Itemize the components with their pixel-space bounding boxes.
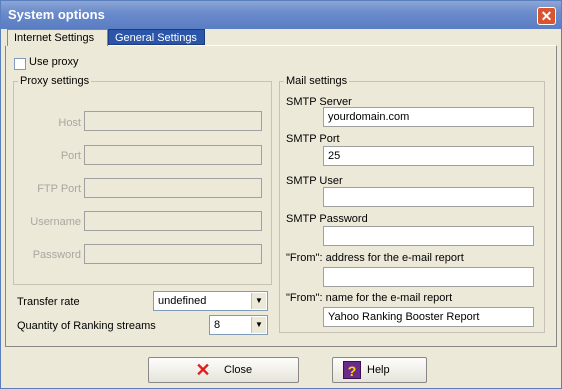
ftp-port-input[interactable] <box>84 178 262 198</box>
tab-general-settings[interactable]: General Settings <box>108 29 205 45</box>
smtp-password-input[interactable] <box>323 226 534 246</box>
chevron-down-icon[interactable]: ▼ <box>251 317 266 333</box>
smtp-server-input[interactable]: yourdomain.com <box>323 107 534 127</box>
red-x-icon: ✕ <box>195 360 211 380</box>
password-label: Password <box>32 249 81 261</box>
username-input[interactable] <box>84 211 262 231</box>
from-address-input[interactable] <box>323 267 534 287</box>
transfer-rate-value: undefined <box>158 295 207 307</box>
use-proxy-checkbox[interactable] <box>14 58 26 70</box>
streams-select[interactable]: 8 ▼ <box>209 315 268 335</box>
smtp-password-label: SMTP Password <box>286 213 368 225</box>
help-button[interactable]: ? Help <box>332 357 427 383</box>
username-label: Username <box>30 216 81 228</box>
mail-settings-legend: Mail settings <box>286 75 348 87</box>
smtp-user-label: SMTP User <box>286 175 343 187</box>
close-button[interactable]: ✕ Close <box>148 357 299 383</box>
from-name-label: "From": name for the e-mail report <box>286 292 453 304</box>
smtp-port-label: SMTP Port <box>286 133 340 145</box>
tab-internet-settings[interactable]: Internet Settings <box>7 29 108 46</box>
transfer-rate-select[interactable]: undefined ▼ <box>153 291 268 311</box>
transfer-rate-label: Transfer rate <box>17 296 80 308</box>
host-label: Host <box>58 117 81 129</box>
system-options-window: System options ✕ Internet Settings Gener… <box>0 0 562 389</box>
port-label: Port <box>60 150 81 162</box>
from-name-input[interactable]: Yahoo Ranking Booster Report <box>323 307 534 327</box>
streams-value: 8 <box>214 319 221 331</box>
host-input[interactable] <box>84 111 262 131</box>
smtp-user-input[interactable] <box>323 187 534 207</box>
help-button-label: Help <box>367 364 390 376</box>
port-input[interactable] <box>84 145 262 165</box>
smtp-port-input[interactable]: 25 <box>323 146 534 166</box>
password-input[interactable] <box>84 244 262 264</box>
chevron-down-icon[interactable]: ▼ <box>251 293 266 309</box>
close-window-icon[interactable]: ✕ <box>537 7 556 25</box>
streams-label: Quantity of Ranking streams <box>17 320 156 332</box>
close-button-label: Close <box>224 364 253 376</box>
use-proxy-label: Use proxy <box>29 56 79 68</box>
proxy-settings-legend: Proxy settings <box>20 75 90 87</box>
window-title: System options <box>8 7 105 22</box>
question-book-icon: ? <box>343 361 361 379</box>
title-bar: System options ✕ <box>1 1 561 29</box>
ftp-port-label: FTP Port <box>37 183 81 195</box>
from-address-label: "From": address for the e-mail report <box>286 252 464 264</box>
